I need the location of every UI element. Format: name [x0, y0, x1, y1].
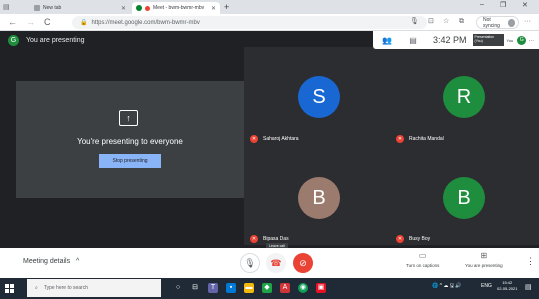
search-icon: ⌕ [35, 285, 38, 291]
participant-name-tag: ✕ Rachita Mandal [396, 135, 444, 143]
minimize-button[interactable]: – [480, 1, 484, 8]
camera-off-icon: ⊘ [299, 257, 307, 268]
app-icon[interactable]: ▣ [316, 283, 326, 293]
mic-off-icon: ✕ [250, 235, 258, 243]
participant-avatar: B [443, 177, 485, 219]
participant-name: Busy Boy [409, 236, 431, 242]
close-tab-icon[interactable]: ✕ [211, 5, 216, 12]
chevron-up-icon: ^ [76, 258, 80, 265]
back-button[interactable]: ← [8, 17, 17, 27]
task-view-icon[interactable]: ⊟ [190, 283, 200, 293]
meeting-details-button[interactable]: Meeting details ^ [23, 258, 79, 265]
participant-name-tag: ✕ Busy Boy [396, 235, 430, 243]
participant-name: Bipasa Das [263, 236, 289, 242]
system-tray-icons[interactable]: 🌐 ^ ☁ 🖫 🔊 [432, 283, 462, 291]
camera-off-button[interactable]: ⊘ [293, 253, 313, 273]
present-screen-icon: ↑ [119, 110, 138, 126]
cast-icon[interactable]: ⊡ [428, 18, 434, 26]
present-screen-icon: ⊞ [480, 251, 488, 260]
self-label: You [506, 37, 514, 43]
captions-label: Turn on captions [406, 263, 440, 268]
participant-avatar: B [298, 177, 340, 219]
profile-label: Not syncing [483, 16, 500, 29]
participant-name: Saharoj Akhtara [263, 136, 299, 142]
windows-start-icon[interactable] [5, 284, 14, 293]
clock-date: 02-05-2021 [497, 286, 518, 291]
participant-avatar: R [443, 76, 485, 118]
new-tab-button[interactable]: + [224, 2, 229, 12]
microphone-indicator-icon[interactable]: 🎙 [410, 18, 419, 26]
meeting-details-label: Meeting details [23, 258, 71, 265]
presenting-button[interactable]: ⊞ You are presenting [465, 251, 503, 269]
tab-label: New tab [43, 5, 62, 11]
captions-button[interactable]: ▭ Turn on captions [406, 251, 440, 269]
tab-meet[interactable]: Meet - bwm-bwmr-mbv ✕ [132, 2, 220, 14]
participant-name-tag: ✕ Saharoj Akhtara [250, 135, 299, 143]
meeting-time: 3:42 PM [433, 35, 467, 45]
forward-button[interactable]: → [26, 17, 35, 27]
mic-off-icon: ✕ [396, 135, 404, 143]
file-explorer-icon[interactable]: ▬ [244, 283, 254, 293]
notifications-icon[interactable]: ▤ [525, 283, 532, 291]
leave-call-button[interactable]: ☎ [266, 253, 286, 273]
lock-icon: 🔒 [80, 20, 88, 26]
presentation-thumbnail[interactable]: Presentation (You) [472, 34, 504, 46]
page-icon [34, 5, 40, 11]
acrobat-icon[interactable]: A [280, 283, 290, 293]
profile-button[interactable]: Not syncing [476, 16, 519, 29]
recording-dot-icon [145, 5, 150, 11]
captions-icon: ▭ [418, 251, 427, 260]
tab-actions-icon[interactable]: ▤ [3, 3, 10, 11]
bookmark-star-icon[interactable]: ☆ [443, 18, 449, 26]
store-icon[interactable]: ▪ [226, 283, 236, 293]
participant-name: Rachita Mandal [409, 136, 444, 142]
chrome-icon[interactable]: ◉ [298, 283, 308, 293]
taskbar-clock[interactable]: 15:42 02-05-2021 [497, 280, 517, 292]
cortana-icon[interactable]: ○ [173, 283, 183, 293]
meeting-info-panel: 👥 ▤ 3:42 PM Presentation (You) You G … [373, 31, 539, 49]
browser-menu-icon[interactable]: ··· [524, 18, 531, 26]
close-window-button[interactable]: ✕ [522, 1, 528, 9]
meet-favicon-icon [136, 5, 142, 11]
tab-new-tab[interactable]: New tab ✕ [30, 2, 130, 14]
people-icon[interactable]: 👥 [381, 36, 393, 45]
language-indicator[interactable]: ENG [481, 283, 492, 289]
presenting-label: You are presenting [465, 263, 503, 268]
participant-name-tag: ✕ Bipasa Das [250, 235, 289, 243]
stop-presenting-button[interactable]: Stop presenting [99, 154, 161, 168]
microphone-icon: 🎙 [244, 257, 256, 268]
microphone-button[interactable]: 🎙 [240, 253, 260, 273]
collections-icon[interactable]: ⧉ [459, 18, 464, 26]
close-tab-icon[interactable]: ✕ [121, 5, 126, 12]
url-text: https://meet.google.com/bwm-bwmr-mbv [91, 19, 200, 26]
presenting-message: You're presenting to everyone [77, 137, 183, 146]
more-options-icon[interactable]: ⋮ [526, 256, 535, 267]
restore-button[interactable]: ❐ [500, 1, 506, 9]
presenting-label: You are presenting [26, 37, 85, 44]
address-bar[interactable]: 🔒 https://meet.google.com/bwm-bwmr-mbv [72, 16, 427, 29]
teams-icon[interactable]: T [208, 283, 218, 293]
presenting-header: G You are presenting [8, 35, 85, 46]
more-icon[interactable]: … [528, 37, 534, 43]
search-placeholder: Type here to search [43, 285, 89, 291]
avatar [507, 18, 515, 27]
chat-icon[interactable]: ▤ [407, 36, 419, 45]
phone-hangup-icon: ☎ [270, 257, 282, 268]
mic-off-icon: ✕ [396, 235, 404, 243]
app-icon[interactable]: ◆ [262, 283, 272, 293]
participant-avatar: S [298, 76, 340, 118]
reload-button[interactable]: C [44, 17, 51, 27]
account-avatar: G [8, 35, 19, 46]
taskbar-search[interactable]: ⌕ Type here to search [27, 279, 161, 297]
participant-grid [244, 47, 539, 245]
tab-label: Meet - bwm-bwmr-mbv [153, 5, 205, 11]
mic-off-icon: ✕ [250, 135, 258, 143]
self-avatar: G [517, 35, 527, 45]
